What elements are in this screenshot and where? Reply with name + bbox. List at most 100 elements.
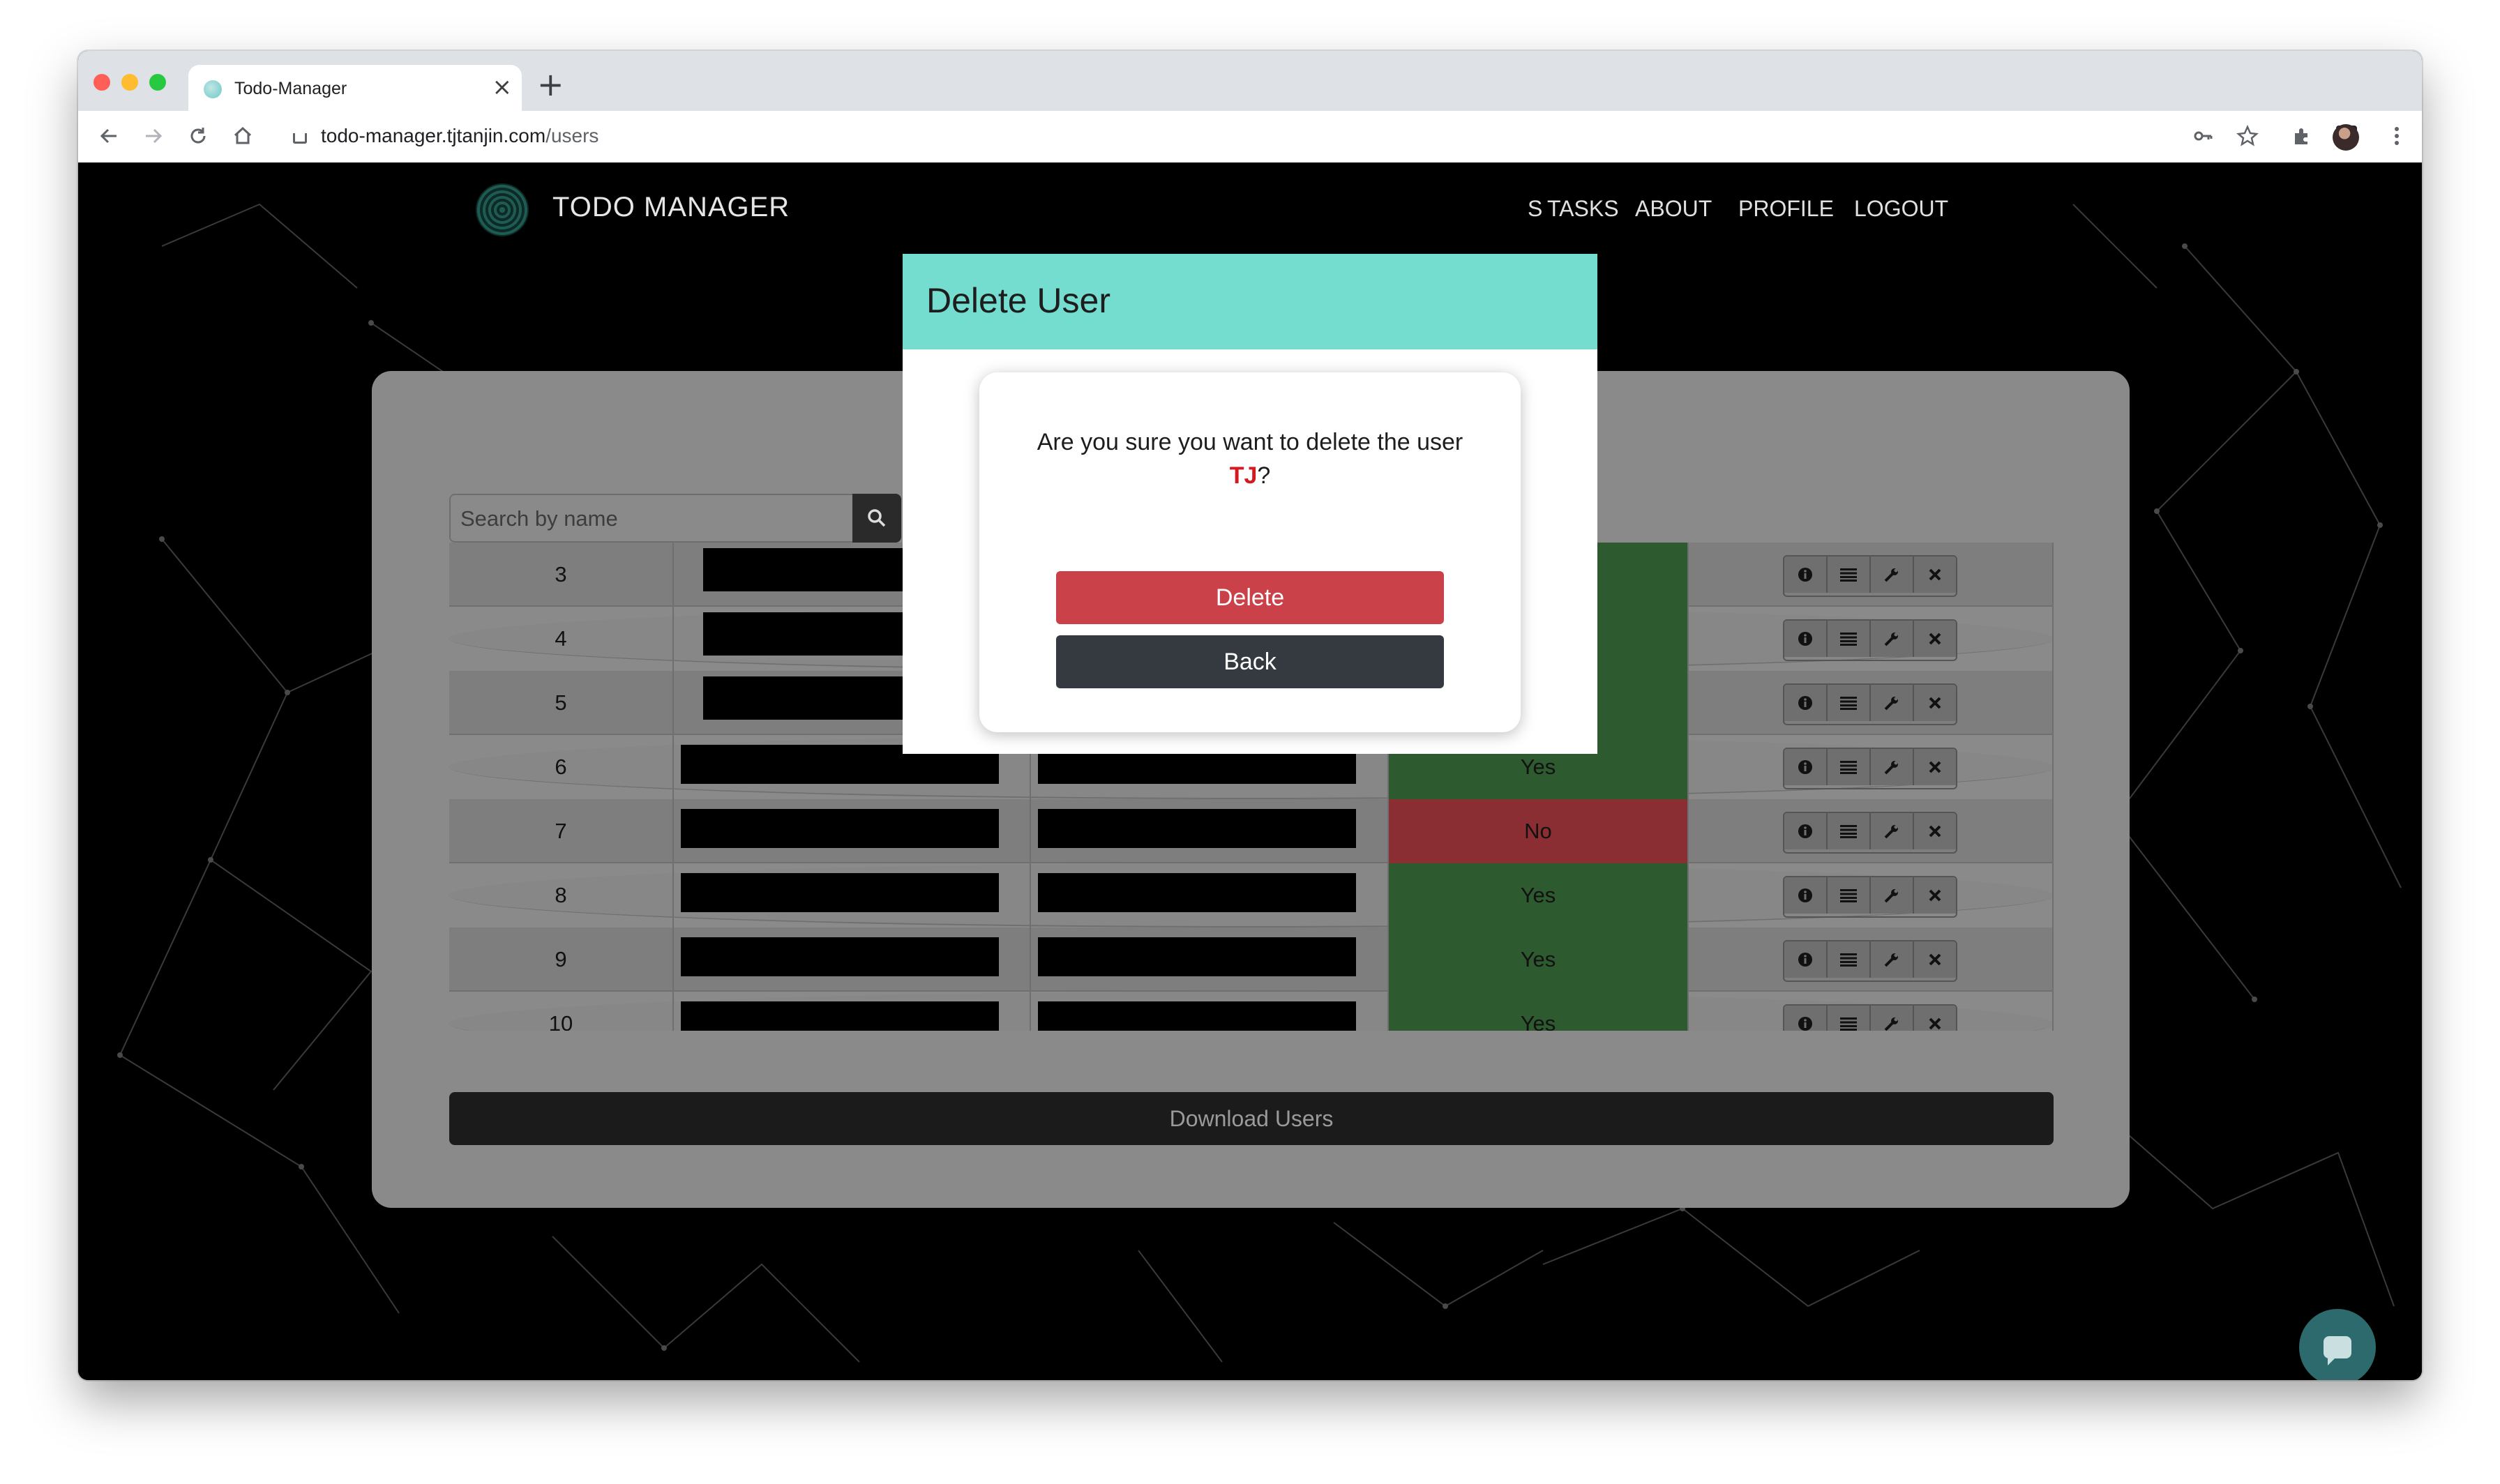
table-row: 9 Yes	[449, 927, 2054, 992]
chat-button[interactable]	[2299, 1309, 2376, 1380]
search-button[interactable]	[852, 494, 901, 543]
list-action-button[interactable]	[1828, 621, 1871, 657]
delete-button[interactable]: Delete	[1056, 571, 1444, 624]
close-icon	[1928, 953, 1942, 967]
close-action-button[interactable]	[1914, 621, 1956, 657]
close-action-button[interactable]	[1914, 1006, 1956, 1031]
list-action-button[interactable]	[1828, 556, 1871, 593]
close-action-button[interactable]	[1914, 813, 1956, 849]
close-action-button[interactable]	[1914, 941, 1956, 978]
row-id: 5	[555, 690, 567, 715]
menu-dots-icon[interactable]	[2383, 122, 2411, 150]
info-icon	[1798, 952, 1813, 967]
row-id: 6	[555, 755, 567, 779]
browser-window: Todo-Manager × + todo-manager.tjtanjin.c…	[78, 51, 2422, 1380]
wrench-action-button[interactable]	[1871, 877, 1914, 914]
browser-toolbar: todo-manager.tjtanjin.com/users	[78, 111, 2422, 164]
profile-avatar[interactable]	[2333, 124, 2359, 151]
redacted-name	[703, 548, 905, 591]
nav-users[interactable]: S	[1528, 196, 1542, 222]
close-action-button[interactable]	[1914, 556, 1956, 593]
row-id: 8	[555, 883, 567, 907]
list-action-button[interactable]	[1828, 1006, 1871, 1031]
wrench-action-button[interactable]	[1871, 749, 1914, 785]
close-action-button[interactable]	[1914, 877, 1956, 914]
close-icon	[1928, 760, 1942, 774]
modal-username: TJ	[1229, 462, 1258, 489]
column-divider	[672, 543, 674, 1031]
row-id: 4	[555, 626, 567, 651]
nav-profile[interactable]: PROFILE	[1738, 196, 1834, 222]
address-bar[interactable]: todo-manager.tjtanjin.com/users	[321, 125, 598, 147]
redacted-name	[703, 612, 905, 656]
close-window-button[interactable]	[93, 74, 110, 91]
search-input[interactable]: Search by name	[449, 494, 855, 543]
tab-close-icon[interactable]: ×	[492, 73, 513, 101]
row-actions	[1783, 748, 1957, 789]
back-button[interactable]: Back	[1056, 635, 1444, 688]
chat-bubble-icon	[2324, 1336, 2351, 1365]
wrench-action-button[interactable]	[1871, 1006, 1914, 1031]
list-action-button[interactable]	[1828, 941, 1871, 978]
info-action-button[interactable]	[1784, 813, 1828, 849]
list-action-button[interactable]	[1828, 685, 1871, 721]
close-action-button[interactable]	[1914, 685, 1956, 721]
browser-tab[interactable]: Todo-Manager ×	[188, 65, 522, 111]
list-action-button[interactable]	[1828, 813, 1871, 849]
nav-about[interactable]: ABOUT	[1635, 196, 1712, 222]
info-icon	[1798, 695, 1813, 711]
key-icon[interactable]	[2189, 122, 2217, 150]
close-icon	[1928, 696, 1942, 710]
back-arrow-icon[interactable]	[93, 121, 124, 151]
maximize-window-button[interactable]	[149, 74, 166, 91]
nav-logout[interactable]: LOGOUT	[1854, 196, 1948, 222]
list-action-button[interactable]	[1828, 877, 1871, 914]
download-users-button[interactable]: Download Users	[449, 1092, 2054, 1145]
info-action-button[interactable]	[1784, 685, 1828, 721]
wrench-action-button[interactable]	[1871, 813, 1914, 849]
close-action-button[interactable]	[1914, 749, 1956, 785]
star-icon[interactable]	[2234, 122, 2261, 150]
wrench-action-button[interactable]	[1871, 685, 1914, 721]
list-action-button[interactable]	[1828, 749, 1871, 785]
list-icon	[1840, 888, 1857, 902]
wrench-action-button[interactable]	[1871, 556, 1914, 593]
info-icon	[1798, 631, 1813, 646]
minimize-window-button[interactable]	[121, 74, 138, 91]
wrench-action-button[interactable]	[1871, 621, 1914, 657]
search-placeholder: Search by name	[460, 506, 618, 531]
delete-user-modal: Delete User Are you sure you want to del…	[903, 254, 1597, 754]
info-action-button[interactable]	[1784, 877, 1828, 914]
row-actions	[1783, 940, 1957, 982]
forward-arrow-icon[interactable]	[138, 121, 169, 151]
modal-message: Are you sure you want to delete the user…	[1035, 425, 1465, 492]
new-tab-button[interactable]: +	[537, 68, 564, 100]
home-icon[interactable]	[227, 121, 258, 151]
wrench-action-button[interactable]	[1871, 941, 1914, 978]
list-icon	[1840, 568, 1857, 582]
list-icon	[1840, 696, 1857, 710]
row-actions	[1783, 683, 1957, 725]
extensions-icon[interactable]	[2288, 122, 2316, 150]
logo-icon[interactable]	[476, 183, 529, 236]
info-action-button[interactable]	[1784, 941, 1828, 978]
wrench-icon	[1883, 823, 1900, 840]
table-row: 8 Yes	[449, 863, 2054, 927]
info-action-button[interactable]	[1784, 621, 1828, 657]
modal-header: Delete User	[903, 254, 1597, 349]
wrench-icon	[1883, 759, 1900, 775]
nav-tasks[interactable]: TASKS	[1547, 196, 1619, 222]
close-icon	[1928, 1017, 1942, 1031]
row-actions	[1783, 812, 1957, 854]
row-actions	[1783, 876, 1957, 918]
status-badge: Yes	[1389, 927, 1687, 992]
info-icon	[1798, 824, 1813, 839]
info-action-button[interactable]	[1784, 1006, 1828, 1031]
favicon-icon	[204, 80, 222, 98]
reload-icon[interactable]	[183, 121, 213, 151]
info-action-button[interactable]	[1784, 556, 1828, 593]
search-icon	[868, 509, 886, 527]
brand-title[interactable]: TODO MANAGER	[552, 192, 790, 223]
modal-title: Delete User	[926, 281, 1110, 320]
info-action-button[interactable]	[1784, 749, 1828, 785]
